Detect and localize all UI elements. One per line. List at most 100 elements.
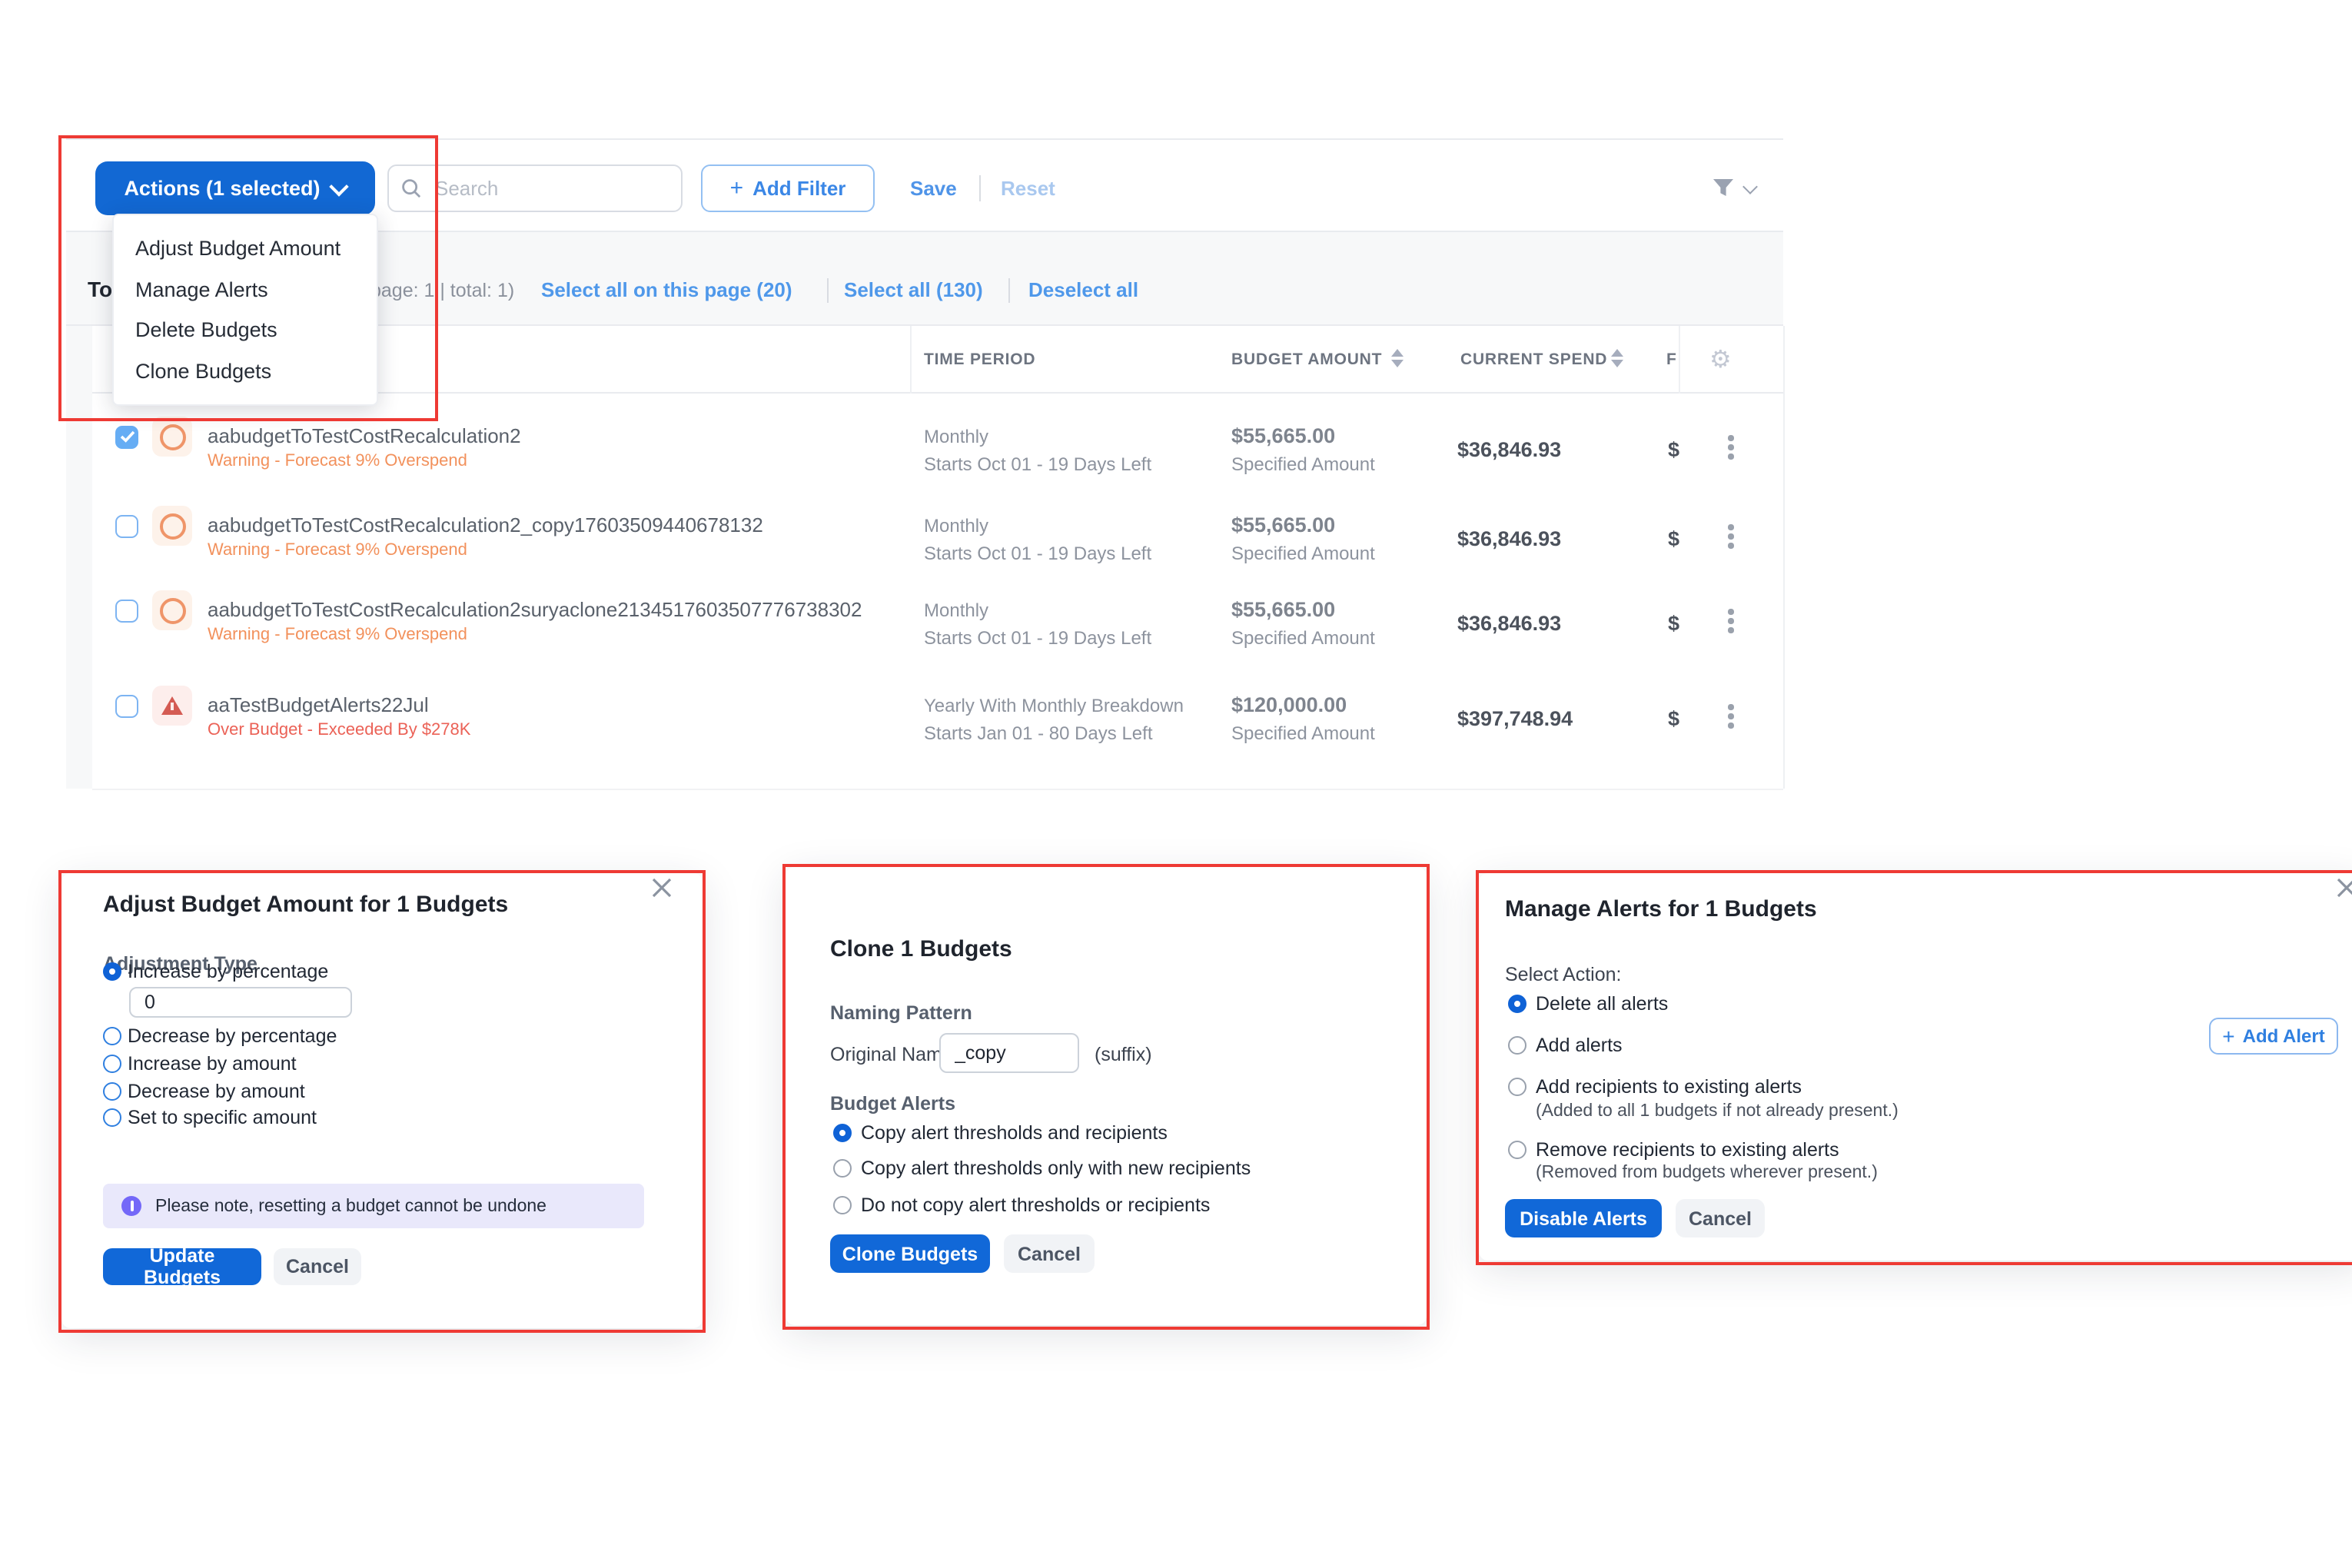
radio-label[interactable]: Increase by percentage bbox=[128, 961, 328, 984]
radio-label[interactable]: Decrease by amount bbox=[128, 1081, 305, 1104]
table-right-edge bbox=[1783, 326, 1785, 789]
radio-remove-recipients[interactable] bbox=[1508, 1141, 1526, 1159]
table-row[interactable]: aabudgetToTestCostRecalculation2_copy176… bbox=[92, 483, 1783, 570]
radio-label[interactable]: Add recipients to existing alerts bbox=[1536, 1076, 1802, 1099]
row-menu-kebab-icon[interactable] bbox=[1728, 704, 1733, 728]
budget-name[interactable]: aabudgetToTestCostRecalculation2 bbox=[208, 424, 521, 447]
radio-label[interactable]: Copy alert thresholds only with new reci… bbox=[861, 1158, 1251, 1181]
cancel-button[interactable]: Cancel bbox=[1676, 1199, 1765, 1237]
update-budgets-button[interactable]: Update Budgets bbox=[103, 1248, 261, 1285]
clone-budgets-modal: Clone 1 Budgets Naming Pattern Original … bbox=[786, 867, 1427, 1325]
time-period-line2: Starts Oct 01 - 19 Days Left bbox=[924, 627, 1151, 649]
search-icon bbox=[401, 178, 421, 198]
pagination-summary: page: 1 | total: 1) bbox=[370, 275, 514, 306]
column-settings-gear-icon[interactable]: ⚙ bbox=[1709, 347, 1732, 372]
plus-icon: + bbox=[2222, 1024, 2234, 1048]
current-spend: $36,846.93 bbox=[1457, 527, 1561, 550]
close-icon[interactable] bbox=[652, 878, 672, 898]
row-checkbox[interactable] bbox=[115, 425, 138, 448]
disable-alerts-button[interactable]: Disable Alerts bbox=[1505, 1199, 1662, 1237]
radio-sublabel: (Removed from budgets wherever present.) bbox=[1536, 1162, 1878, 1184]
radio-increase-amount[interactable] bbox=[103, 1055, 121, 1073]
search-box[interactable] bbox=[387, 164, 683, 212]
menu-item-delete-budgets[interactable]: Delete Budgets bbox=[114, 310, 377, 351]
row-checkbox[interactable] bbox=[115, 600, 138, 623]
reset-filter-link[interactable]: Reset bbox=[1001, 174, 1055, 204]
add-filter-button[interactable]: + Add Filter bbox=[701, 164, 875, 212]
budget-name[interactable]: aabudgetToTestCostRecalculation2suryaclo… bbox=[208, 598, 862, 621]
suffix-hint: (suffix) bbox=[1095, 1044, 1152, 1067]
modal-title: Manage Alerts for 1 Budgets bbox=[1505, 896, 1817, 924]
row-menu-kebab-icon[interactable] bbox=[1728, 524, 1733, 548]
radio-decrease-percentage[interactable] bbox=[103, 1027, 121, 1045]
radio-label[interactable]: Remove recipients to existing alerts bbox=[1536, 1139, 1839, 1162]
sort-icon[interactable] bbox=[1611, 349, 1623, 367]
time-period-line1: Yearly With Monthly Breakdown bbox=[924, 695, 1184, 716]
budget-name[interactable]: aaTestBudgetAlerts22Jul bbox=[208, 693, 429, 716]
info-icon bbox=[121, 1196, 141, 1216]
filter-funnel-icon bbox=[1711, 175, 1736, 200]
budget-name[interactable]: aabudgetToTestCostRecalculation2_copy176… bbox=[208, 513, 763, 537]
radio-delete-all-alerts[interactable] bbox=[1508, 995, 1526, 1013]
row-checkbox[interactable] bbox=[115, 694, 138, 717]
radio-copy-thresholds-recipients[interactable] bbox=[833, 1124, 852, 1142]
radio-label[interactable]: Set to specific amount bbox=[128, 1107, 317, 1130]
menu-item-adjust-budget-amount[interactable]: Adjust Budget Amount bbox=[114, 228, 377, 269]
budget-warning-status-icon bbox=[152, 417, 192, 457]
plus-icon: + bbox=[730, 175, 744, 201]
radio-decrease-amount[interactable] bbox=[103, 1082, 121, 1101]
radio-label[interactable]: Do not copy alert thresholds or recipien… bbox=[861, 1194, 1210, 1218]
budget-warning-status-icon bbox=[152, 590, 192, 630]
add-alert-button[interactable]: + Add Alert bbox=[2209, 1018, 2338, 1055]
suffix-input[interactable] bbox=[939, 1033, 1079, 1073]
budget-amount: $55,665.00 bbox=[1231, 598, 1335, 621]
forecast-clipped-value: $ bbox=[1668, 438, 1679, 461]
radio-label[interactable]: Increase by amount bbox=[128, 1053, 297, 1076]
radio-add-alerts[interactable] bbox=[1508, 1036, 1526, 1055]
sort-icon[interactable] bbox=[1391, 349, 1404, 367]
time-period-line1: Monthly bbox=[924, 600, 988, 621]
table-row[interactable]: aabudgetToTestCostRecalculation2suryaclo… bbox=[92, 569, 1783, 655]
cancel-button[interactable]: Cancel bbox=[1004, 1234, 1095, 1273]
radio-increase-percentage[interactable] bbox=[103, 962, 121, 981]
radio-label[interactable]: Delete all alerts bbox=[1536, 993, 1668, 1016]
time-period-line2: Starts Oct 01 - 19 Days Left bbox=[924, 453, 1151, 475]
radio-label[interactable]: Add alerts bbox=[1536, 1035, 1623, 1058]
cancel-button[interactable]: Cancel bbox=[274, 1248, 361, 1285]
filter-menu-button[interactable] bbox=[1711, 175, 1756, 200]
modal-title: Clone 1 Budgets bbox=[830, 936, 1012, 964]
menu-item-manage-alerts[interactable]: Manage Alerts bbox=[114, 269, 377, 311]
budget-status: Warning - Forecast 9% Overspend bbox=[208, 452, 467, 472]
table-row[interactable]: aaTestBudgetAlerts22Jul Over Budget - Ex… bbox=[92, 653, 1783, 790]
menu-item-clone-budgets[interactable]: Clone Budgets bbox=[114, 351, 377, 393]
naming-pattern-label: Naming Pattern bbox=[830, 1002, 972, 1025]
select-all-link[interactable]: Select all (130) bbox=[844, 275, 983, 306]
select-all-page-link[interactable]: Select all on this page (20) bbox=[541, 275, 792, 306]
budget-amount-type: Specified Amount bbox=[1231, 723, 1375, 744]
save-filter-link[interactable]: Save bbox=[910, 174, 957, 204]
column-header-current-spend: CURRENT SPEND bbox=[1460, 349, 1607, 370]
clone-budgets-button[interactable]: Clone Budgets bbox=[830, 1234, 990, 1273]
forecast-clipped-value: $ bbox=[1668, 612, 1679, 635]
radio-copy-thresholds-new-recipients[interactable] bbox=[833, 1159, 852, 1178]
search-input[interactable] bbox=[432, 175, 669, 201]
budget-status: Over Budget - Exceeded By $278K bbox=[208, 721, 470, 741]
row-menu-kebab-icon[interactable] bbox=[1728, 609, 1733, 633]
percentage-input[interactable] bbox=[129, 987, 352, 1018]
row-menu-kebab-icon[interactable] bbox=[1728, 435, 1733, 459]
check-icon bbox=[119, 430, 135, 443]
budget-amount-type: Specified Amount bbox=[1231, 543, 1375, 564]
close-icon[interactable] bbox=[2337, 878, 2352, 898]
actions-button[interactable]: Actions (1 selected) bbox=[95, 161, 375, 215]
radio-sublabel: (Added to all 1 budgets if not already p… bbox=[1536, 1101, 1899, 1122]
deselect-all-link[interactable]: Deselect all bbox=[1028, 275, 1138, 306]
radio-label[interactable]: Copy alert thresholds and recipients bbox=[861, 1122, 1168, 1145]
table-gutter bbox=[66, 326, 92, 789]
table-row[interactable]: aabudgetToTestCostRecalculation2 Warning… bbox=[92, 394, 1783, 484]
chevron-down-icon bbox=[330, 176, 349, 195]
radio-add-recipients[interactable] bbox=[1508, 1078, 1526, 1096]
radio-no-copy[interactable] bbox=[833, 1196, 852, 1214]
row-checkbox[interactable] bbox=[115, 514, 138, 537]
radio-set-specific-amount[interactable] bbox=[103, 1108, 121, 1127]
radio-label[interactable]: Decrease by percentage bbox=[128, 1025, 337, 1048]
